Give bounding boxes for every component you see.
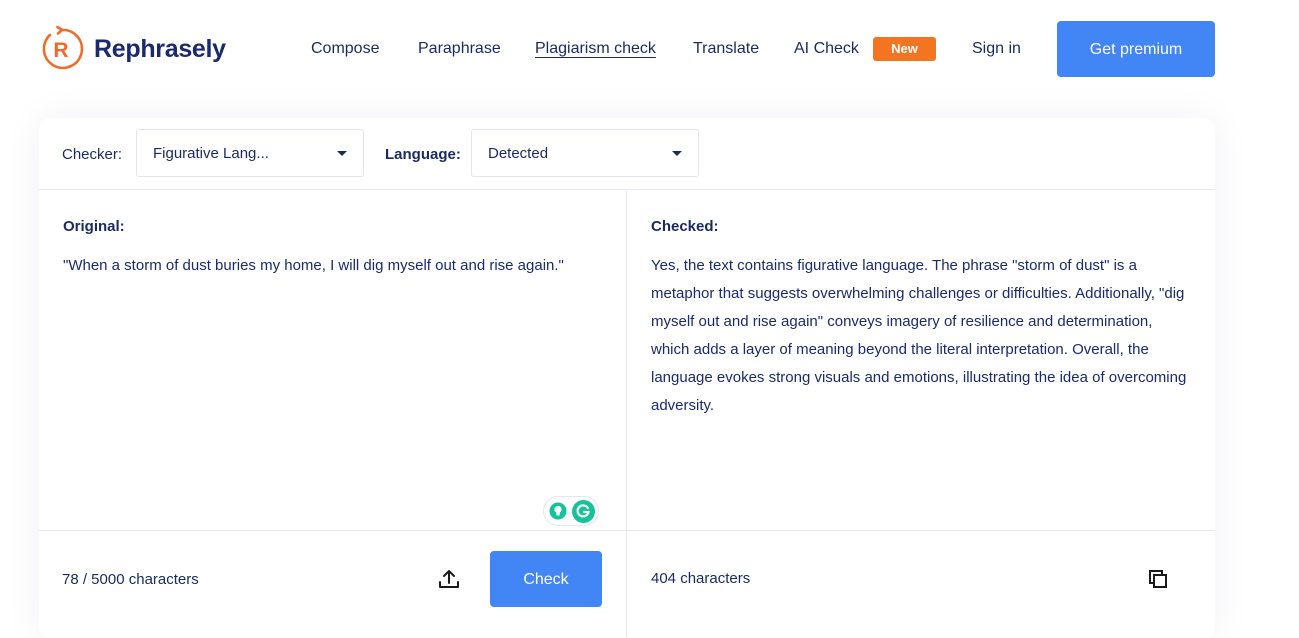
get-premium-button[interactable]: Get premium <box>1057 21 1215 77</box>
original-title: Original: <box>63 218 125 235</box>
nav-translate[interactable]: Translate <box>693 40 759 58</box>
brand-logo[interactable]: R Rephrasely <box>38 26 226 72</box>
check-button[interactable]: Check <box>490 551 602 607</box>
language-select[interactable]: Detected <box>471 129 699 177</box>
checked-result-text: Yes, the text contains figurative langua… <box>651 257 1187 414</box>
original-text-input[interactable]: "When a storm of dust buries my home, I … <box>63 252 608 280</box>
logo-letter: R <box>53 39 68 62</box>
brand-name: Rephrasely <box>94 34 226 63</box>
checked-title: Checked: <box>651 218 719 235</box>
chevron-down-icon <box>337 151 347 156</box>
upload-icon[interactable] <box>437 567 461 591</box>
language-select-value: Detected <box>488 145 549 162</box>
chevron-down-icon <box>672 151 682 156</box>
nav-paraphrase[interactable]: Paraphrase <box>418 40 501 58</box>
sign-in-link[interactable]: Sign in <box>972 40 1021 58</box>
checked-char-count: 404 characters <box>651 570 751 587</box>
original-char-count: 78 / 5000 characters <box>62 571 199 588</box>
circular-arrow-r-icon: R <box>42 26 84 70</box>
nav-compose[interactable]: Compose <box>311 40 379 58</box>
copy-icon[interactable] <box>1146 567 1170 591</box>
nav-plagiarism-check[interactable]: Plagiarism check <box>535 40 656 58</box>
grammarly-widget[interactable] <box>543 496 599 526</box>
checker-select[interactable]: Figurative Lang... <box>136 129 364 177</box>
nav-ai-check[interactable]: AI Check <box>794 40 859 58</box>
new-badge: New <box>873 37 936 61</box>
site-header: R Rephrasely Compose Paraphrase Plagiari… <box>0 0 1299 100</box>
grammarly-g-icon <box>572 500 595 523</box>
pane-divider-vertical <box>626 190 627 638</box>
lightbulb-icon <box>549 502 567 520</box>
checker-label: Checker: <box>62 146 123 163</box>
footer-divider <box>39 530 1215 531</box>
language-label: Language: <box>385 146 461 163</box>
checker-card: Checker: Figurative Lang... Language: De… <box>39 118 1215 638</box>
checker-select-value: Figurative Lang... <box>153 145 269 162</box>
checker-toolbar: Checker: Figurative Lang... Language: De… <box>39 118 1215 190</box>
